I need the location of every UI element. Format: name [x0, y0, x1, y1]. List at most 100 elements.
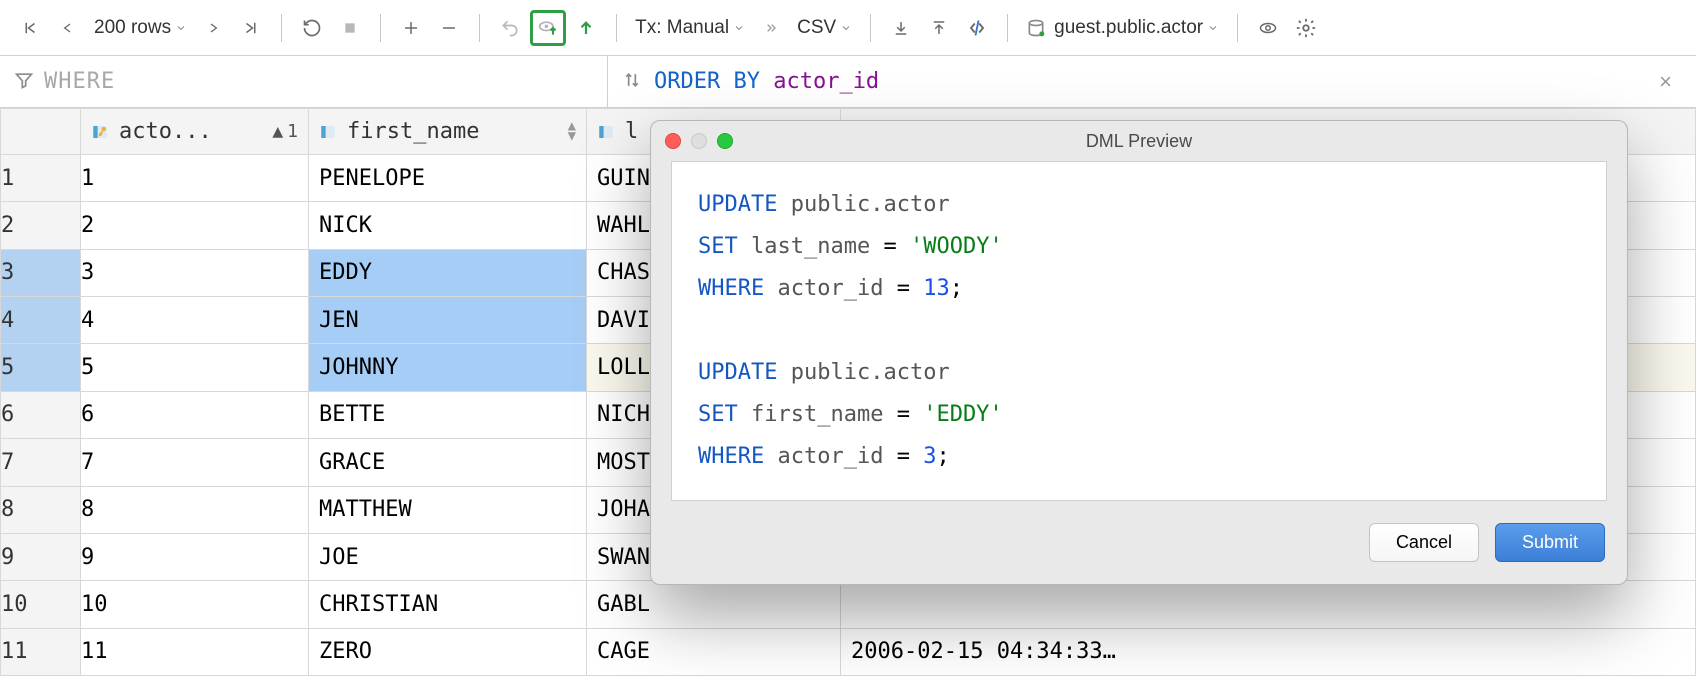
sql-set-2: SET first_name = 'EDDY' [698, 394, 1580, 436]
cell-last-name[interactable]: GABL [587, 581, 841, 628]
cell-actor-id[interactable]: 10 [81, 581, 309, 628]
datasource-label: guest.public.actor [1054, 17, 1203, 39]
sql-where-2: WHERE actor_id = 3; [698, 436, 1580, 478]
submit-button-icon[interactable] [568, 10, 604, 46]
row-number: 9 [1, 533, 81, 580]
rows-dropdown[interactable]: 200 rows [88, 10, 193, 46]
close-icon[interactable]: × [1649, 69, 1682, 95]
last-page-button[interactable] [233, 10, 269, 46]
cell-actor-id[interactable]: 7 [81, 439, 309, 486]
cell-actor-id[interactable]: 1 [81, 155, 309, 202]
orderby-keyword: ORDER BY [654, 69, 760, 94]
settings-button[interactable] [1288, 10, 1324, 46]
preview-pending-button[interactable] [530, 10, 566, 46]
cell-first-name[interactable]: JEN [309, 297, 587, 344]
sort-icon [622, 70, 642, 93]
cell-first-name[interactable]: PENELOPE [309, 155, 587, 202]
prev-page-button[interactable] [50, 10, 86, 46]
stop-button[interactable] [332, 10, 368, 46]
orderby-column: actor_id [773, 69, 879, 94]
cell-actor-id[interactable]: 3 [81, 249, 309, 296]
dialog-body: UPDATE public.actor SET last_name = 'WOO… [671, 161, 1607, 501]
cell-last-name[interactable]: CAGE [587, 628, 841, 675]
import-up-button[interactable] [921, 10, 957, 46]
remove-row-button[interactable] [431, 10, 467, 46]
rows-label: 200 rows [94, 17, 171, 39]
orderby-filter[interactable]: ORDER BY actor_id × [608, 56, 1696, 107]
revert-button[interactable] [492, 10, 528, 46]
cell-actor-id[interactable]: 9 [81, 533, 309, 580]
cell-actor-id[interactable]: 2 [81, 202, 309, 249]
row-number: 4 [1, 297, 81, 344]
dialog-footer: Cancel Submit [651, 515, 1627, 584]
datasource-dropdown[interactable]: guest.public.actor [1020, 10, 1225, 46]
view-button[interactable] [1250, 10, 1286, 46]
export-down-button[interactable] [883, 10, 919, 46]
where-label: WHERE [44, 69, 115, 94]
sql-where-1: WHERE actor_id = 13; [698, 268, 1580, 310]
row-number: 7 [1, 439, 81, 486]
first-page-button[interactable] [12, 10, 48, 46]
cancel-button[interactable]: Cancel [1369, 523, 1479, 562]
cell-first-name[interactable]: ZERO [309, 628, 587, 675]
database-icon [1026, 18, 1046, 38]
sql-set-1: SET last_name = 'WOODY' [698, 226, 1580, 268]
cell-actor-id[interactable]: 6 [81, 391, 309, 438]
csv-label: CSV [797, 17, 836, 39]
cell-first-name[interactable]: JOHNNY [309, 344, 587, 391]
divider [281, 14, 282, 42]
toolbar: 200 rows Tx: Manual CSV [0, 0, 1696, 56]
dml-preview-dialog: DML Preview UPDATE public.actor SET last… [650, 120, 1628, 585]
divider [479, 14, 480, 42]
table-row[interactable]: 1111ZEROCAGE2006-02-15 04:34:33… [1, 628, 1696, 675]
sort-toggle-icon: ▲▼ [568, 122, 576, 142]
row-number: 10 [1, 581, 81, 628]
cell-actor-id[interactable]: 11 [81, 628, 309, 675]
cell-last-update[interactable]: 2006-02-15 04:34:33… [841, 628, 1696, 675]
column-header-first-name[interactable]: first_name ▲▼ [309, 109, 587, 155]
divider [616, 14, 617, 42]
divider [1007, 14, 1008, 42]
chevron-down-icon [175, 22, 187, 34]
cell-first-name[interactable]: MATTHEW [309, 486, 587, 533]
where-filter[interactable]: WHERE [0, 56, 608, 107]
column-name: first_name [347, 119, 479, 144]
cell-actor-id[interactable]: 4 [81, 297, 309, 344]
row-number: 6 [1, 391, 81, 438]
cell-first-name[interactable]: BETTE [309, 391, 587, 438]
dialog-titlebar[interactable]: DML Preview [651, 121, 1627, 161]
divider [1237, 14, 1238, 42]
divider [870, 14, 871, 42]
cell-first-name[interactable]: JOE [309, 533, 587, 580]
cell-actor-id[interactable]: 5 [81, 344, 309, 391]
next-page-button[interactable] [195, 10, 231, 46]
more-button[interactable] [753, 10, 789, 46]
cell-first-name[interactable]: EDDY [309, 249, 587, 296]
chevron-down-icon [1207, 22, 1219, 34]
column-icon [597, 123, 615, 141]
export-format-dropdown[interactable]: CSV [791, 10, 858, 46]
tx-mode-dropdown[interactable]: Tx: Manual [629, 10, 751, 46]
rownum-header [1, 109, 81, 155]
sort-index: 1 [287, 121, 298, 142]
compare-button[interactable] [959, 10, 995, 46]
cell-actor-id[interactable]: 8 [81, 486, 309, 533]
filter-icon [14, 70, 34, 93]
cell-first-name[interactable]: NICK [309, 202, 587, 249]
submit-button[interactable]: Submit [1495, 523, 1605, 562]
cell-first-name[interactable]: GRACE [309, 439, 587, 486]
tx-mode-label: Tx: Manual [635, 17, 729, 39]
reload-button[interactable] [294, 10, 330, 46]
add-row-button[interactable] [393, 10, 429, 46]
cell-first-name[interactable]: CHRISTIAN [309, 581, 587, 628]
row-number: 8 [1, 486, 81, 533]
sql-update-stmt-1: UPDATE public.actor [698, 184, 1580, 226]
column-name: acto... [119, 119, 212, 144]
table-row[interactable]: 1010CHRISTIANGABL [1, 581, 1696, 628]
dialog-title: DML Preview [651, 131, 1627, 152]
sql-preview: UPDATE public.actor SET last_name = 'WOO… [698, 184, 1580, 478]
row-number: 2 [1, 202, 81, 249]
chevron-down-icon [733, 22, 745, 34]
cell-last-update[interactable] [841, 581, 1696, 628]
column-header-actor-id[interactable]: acto... ▲ 1 [81, 109, 309, 155]
